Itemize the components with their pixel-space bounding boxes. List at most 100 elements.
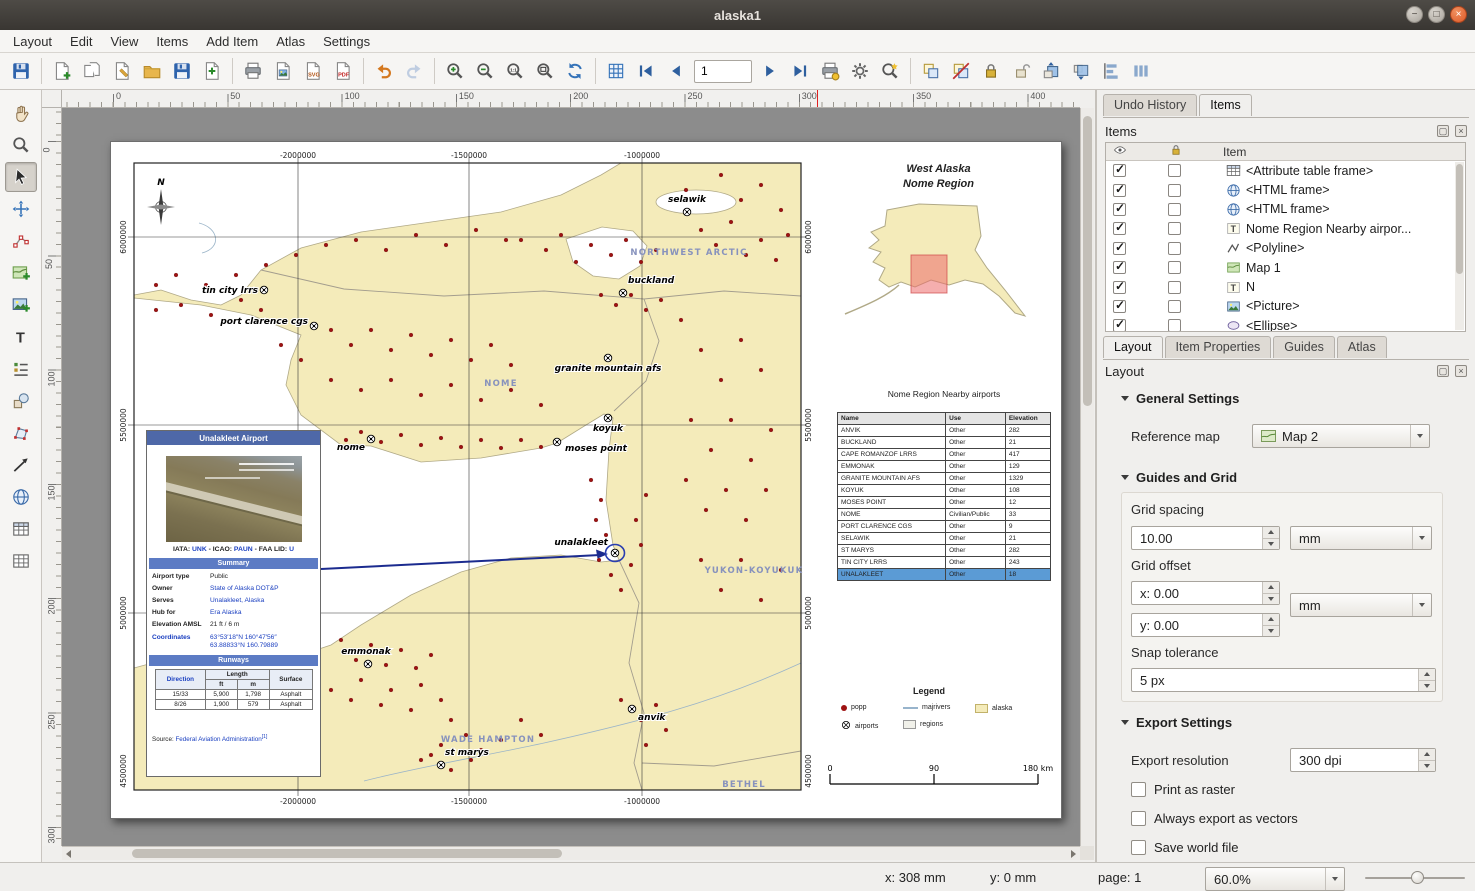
first-feature-button[interactable]: [631, 56, 661, 86]
scroll-right-button[interactable]: [1068, 849, 1079, 859]
raise-items-button[interactable]: [1036, 56, 1066, 86]
scalebar-item[interactable]: 090180 km: [823, 762, 1053, 792]
dock-tab-undo-history[interactable]: Undo History: [1103, 94, 1197, 116]
pan-tool-button[interactable]: [5, 98, 37, 128]
spin-up-icon[interactable]: [1419, 749, 1435, 761]
grid-offset-x-spinbox[interactable]: x: 0.00: [1131, 581, 1280, 605]
print-button[interactable]: [238, 56, 268, 86]
lock-checkbox[interactable]: [1168, 319, 1181, 332]
lock-items-button[interactable]: [976, 56, 1006, 86]
items-list-row[interactable]: <Picture>: [1106, 297, 1465, 316]
undo-button[interactable]: [369, 56, 399, 86]
last-feature-button[interactable]: [785, 56, 815, 86]
export-resolution-spinbox[interactable]: 300 dpi: [1290, 748, 1436, 772]
lock-checkbox[interactable]: [1168, 222, 1181, 235]
visibility-checkbox[interactable]: [1113, 222, 1126, 235]
lock-checkbox[interactable]: [1168, 261, 1181, 274]
items-list-row[interactable]: <HTML frame>: [1106, 180, 1465, 199]
menu-items[interactable]: Items: [147, 32, 197, 51]
close-panel-icon[interactable]: ×: [1455, 365, 1467, 377]
zoom-slider[interactable]: [1365, 877, 1465, 879]
spin-down-icon[interactable]: [1263, 626, 1279, 637]
checkbox-save-world-file[interactable]: Save world file: [1131, 840, 1239, 855]
items-list-row[interactable]: <Attribute table frame>: [1106, 161, 1465, 180]
lock-checkbox[interactable]: [1168, 242, 1181, 255]
move-content-tool-button[interactable]: [5, 194, 37, 224]
redo-button[interactable]: [399, 56, 429, 86]
lock-checkbox[interactable]: [1168, 184, 1181, 197]
rename-layout-button[interactable]: [107, 56, 137, 86]
print-atlas-button[interactable]: [815, 56, 845, 86]
add-map-tool-button[interactable]: [5, 258, 37, 288]
menu-layout[interactable]: Layout: [4, 32, 61, 51]
add-node-item-tool-button[interactable]: [5, 418, 37, 448]
items-list-row[interactable]: TN: [1106, 277, 1465, 296]
menu-edit[interactable]: Edit: [61, 32, 101, 51]
minimize-button[interactable]: −: [1406, 6, 1423, 23]
items-list-row[interactable]: <Ellipse>: [1106, 316, 1465, 332]
tab-item-properties[interactable]: Item Properties: [1165, 336, 1272, 358]
attribute-table-frame[interactable]: Nome Region Nearby airports NameUseEleva…: [837, 389, 1051, 581]
overview-map-picture[interactable]: [829, 192, 1047, 342]
ungroup-items-button[interactable]: [946, 56, 976, 86]
visibility-checkbox[interactable]: [1113, 300, 1126, 313]
distribute-items-button[interactable]: [1126, 56, 1156, 86]
checkbox-box[interactable]: [1131, 840, 1146, 855]
grid-spacing-spinbox[interactable]: 10.00: [1131, 526, 1280, 550]
refresh-button[interactable]: [560, 56, 590, 86]
items-scrollbar[interactable]: [1455, 162, 1464, 330]
spin-down-icon[interactable]: [1263, 539, 1279, 550]
export-svg-button[interactable]: SVG: [298, 56, 328, 86]
next-feature-button[interactable]: [755, 56, 785, 86]
zoom-tool-button[interactable]: [5, 130, 37, 160]
visibility-checkbox[interactable]: [1113, 261, 1126, 274]
menu-add-item[interactable]: Add Item: [197, 32, 267, 51]
add-fixed-table-tool-button[interactable]: [5, 546, 37, 576]
dock-tab-items[interactable]: Items: [1199, 94, 1252, 116]
menu-settings[interactable]: Settings: [314, 32, 379, 51]
add-html-tool-button[interactable]: [5, 482, 37, 512]
snap-tolerance-spinbox[interactable]: 5 px: [1131, 668, 1436, 692]
maximize-button[interactable]: □: [1428, 6, 1445, 23]
scroll-left-button[interactable]: [63, 849, 74, 859]
section-export-settings[interactable]: Export Settings: [1121, 715, 1232, 730]
lower-items-button[interactable]: [1066, 56, 1096, 86]
titlebar[interactable]: alaska1 − □ ×: [0, 0, 1475, 30]
save-template-button[interactable]: [167, 56, 197, 86]
hscroll-thumb[interactable]: [132, 849, 562, 858]
grid-offset-unit-combo[interactable]: mm: [1290, 593, 1432, 617]
reference-map-combo[interactable]: Map 2: [1252, 424, 1430, 448]
lock-checkbox[interactable]: [1168, 203, 1181, 216]
select-tool-button[interactable]: [5, 162, 37, 192]
float-panel-icon[interactable]: ▢: [1437, 125, 1449, 137]
export-atlas-button[interactable]: [875, 56, 905, 86]
checkbox-always-export-as-vectors[interactable]: Always export as vectors: [1131, 811, 1298, 826]
tab-atlas[interactable]: Atlas: [1337, 336, 1387, 358]
edit-nodes-tool-button[interactable]: [5, 226, 37, 256]
checkbox-print-as-raster[interactable]: Print as raster: [1131, 782, 1235, 797]
grid-spacing-unit-combo[interactable]: mm: [1290, 526, 1432, 550]
save-button[interactable]: [6, 56, 36, 86]
items-list-row[interactable]: <Polyline>: [1106, 239, 1465, 258]
checkbox-box[interactable]: [1131, 782, 1146, 797]
visibility-checkbox[interactable]: [1113, 164, 1126, 177]
checkbox-box[interactable]: [1131, 811, 1146, 826]
spin-up-icon[interactable]: [1263, 582, 1279, 594]
zoom-level-combo[interactable]: 60.0%: [1205, 867, 1345, 891]
zoom-in-button[interactable]: [440, 56, 470, 86]
visibility-checkbox[interactable]: [1113, 184, 1126, 197]
add-shape-tool-button[interactable]: [5, 386, 37, 416]
close-panel-icon[interactable]: ×: [1455, 125, 1467, 137]
items-list-row[interactable]: <HTML frame>: [1106, 200, 1465, 219]
align-items-button[interactable]: [1096, 56, 1126, 86]
layout-manager-button[interactable]: [137, 56, 167, 86]
north-label[interactable]: N: [157, 178, 165, 188]
new-layout-button[interactable]: [47, 56, 77, 86]
visibility-checkbox[interactable]: [1113, 242, 1126, 255]
close-button[interactable]: ×: [1450, 6, 1467, 23]
grid-offset-y-spinbox[interactable]: y: 0.00: [1131, 613, 1280, 637]
preview-atlas-button[interactable]: [601, 56, 631, 86]
add-arrow-tool-button[interactable]: [5, 450, 37, 480]
vscroll-thumb[interactable]: [1083, 116, 1092, 406]
map-title-label[interactable]: West Alaska Nome Region: [841, 162, 1036, 192]
